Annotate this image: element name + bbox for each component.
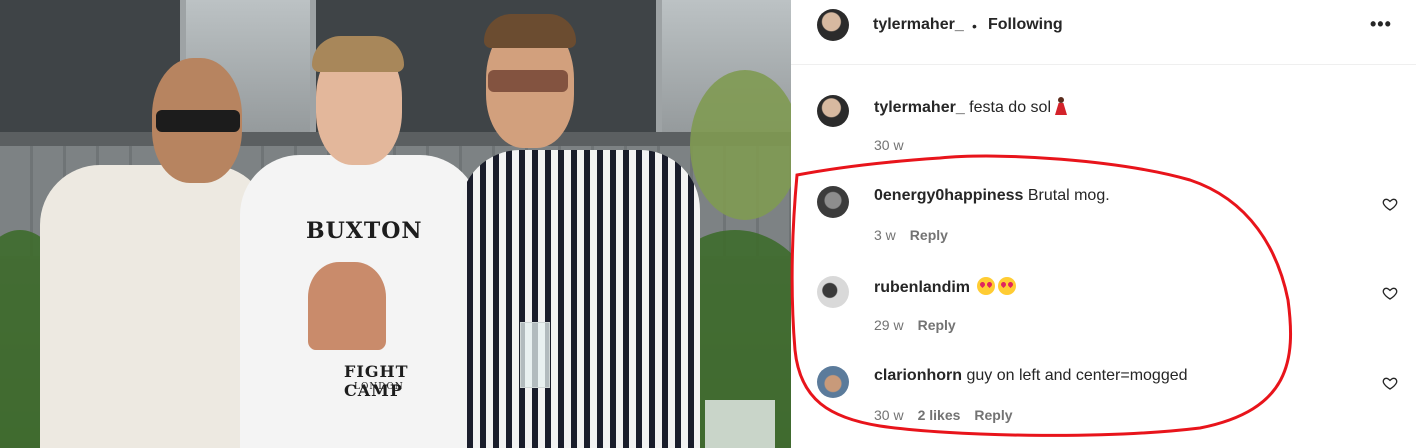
following-button[interactable]: Following: [988, 16, 1063, 34]
comment-text: 0energy0happiness Brutal mog.: [874, 187, 1110, 205]
caption: tylermaher_ festa do sol: [874, 97, 1067, 117]
comments-panel: tylermaher_ • Following ••• tylermaher_ …: [791, 0, 1416, 448]
caption-username[interactable]: tylermaher_: [874, 99, 965, 116]
tshirt-print-subtitle: FIGHT CAMP: [344, 362, 409, 400]
heart-eyes-emoji: [977, 277, 996, 295]
author-username[interactable]: tylermaher_: [873, 16, 964, 34]
avatar[interactable]: [817, 186, 849, 218]
hair: [312, 36, 404, 72]
comment-text: clarionhorn guy on left and center=mogge…: [874, 367, 1188, 385]
comment-meta: 29 w Reply: [874, 317, 956, 333]
tshirt-print-fighters: [308, 262, 386, 350]
likes-count[interactable]: 2 likes: [918, 407, 961, 423]
glass-of-drink: [520, 322, 550, 388]
avatar[interactable]: [817, 276, 849, 308]
separator-dot: •: [972, 18, 977, 34]
comment-username[interactable]: rubenlandim: [874, 279, 970, 296]
comment-body: Brutal mog.: [1027, 187, 1110, 204]
sunglasses: [488, 70, 568, 92]
comment-time: 3 w: [874, 227, 896, 243]
plant: [690, 70, 791, 220]
caption-text: festa do sol: [969, 99, 1051, 116]
avatar[interactable]: [817, 366, 849, 398]
heart-icon[interactable]: [1382, 285, 1398, 301]
comment-time: 30 w: [874, 407, 904, 423]
comment-username[interactable]: 0energy0happiness: [874, 187, 1023, 204]
comment-time: 29 w: [874, 317, 904, 333]
reply-button[interactable]: Reply: [910, 227, 948, 243]
linen-shirt: [40, 165, 270, 448]
reply-button[interactable]: Reply: [918, 317, 956, 333]
heart-icon[interactable]: [1382, 196, 1398, 212]
tshirt-print-small: LONDON: [354, 382, 404, 392]
avatar[interactable]: [817, 9, 849, 41]
post-header: tylermaher_ • Following •••: [791, 0, 1416, 65]
comment-meta: 30 w 2 likes Reply: [874, 407, 1013, 423]
dancer-emoji: [1055, 97, 1067, 115]
more-horizontal-icon[interactable]: •••: [1370, 14, 1392, 35]
avatar[interactable]: [817, 95, 849, 127]
comment-meta: 3 w Reply: [874, 227, 948, 243]
caption-time: 30 w: [874, 137, 904, 153]
heart-icon[interactable]: [1382, 375, 1398, 391]
reply-button[interactable]: Reply: [974, 407, 1012, 423]
post-photo[interactable]: BUXTON FIGHT CAMP LONDON: [0, 0, 791, 448]
sunglasses: [156, 110, 240, 132]
tshirt-print-title: BUXTON: [306, 218, 423, 244]
comment-body: guy on left and center=mogged: [966, 367, 1188, 384]
comment-username[interactable]: clarionhorn: [874, 367, 962, 384]
heart-eyes-emoji: [998, 277, 1017, 295]
striped-shirt: [460, 150, 700, 448]
glasses-on-table: [705, 400, 775, 448]
hair: [484, 14, 576, 48]
comment-text: rubenlandim: [874, 277, 1017, 297]
